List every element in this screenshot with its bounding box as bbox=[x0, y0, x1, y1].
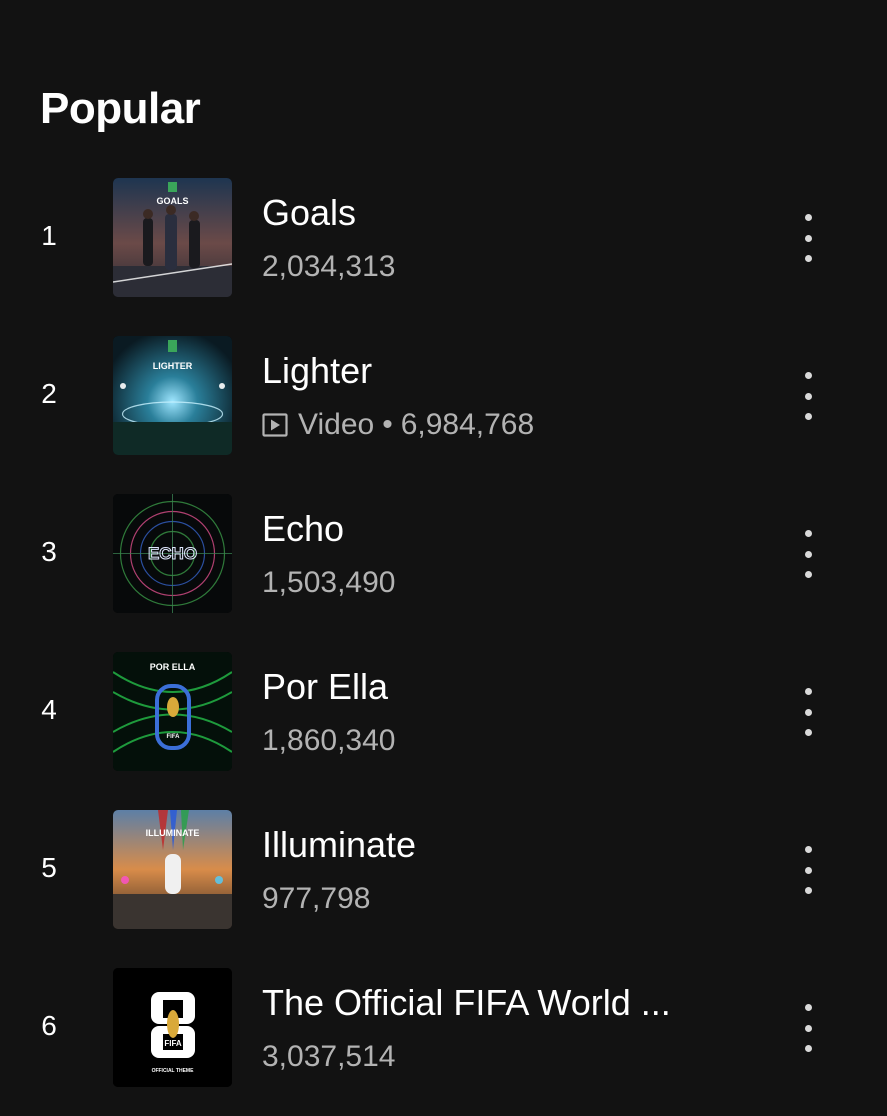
track-title[interactable]: Illuminate bbox=[262, 824, 416, 866]
svg-text:LIGHTER: LIGHTER bbox=[153, 361, 193, 371]
track-row[interactable]: 6 FIFA OFFICIAL THEME The Official FIFA … bbox=[0, 968, 887, 1088]
fifa-theme-cover-art: FIFA OFFICIAL THEME bbox=[113, 968, 232, 1087]
svg-text:FIFA: FIFA bbox=[167, 734, 181, 740]
track-title[interactable]: Echo bbox=[262, 508, 344, 550]
play-count: 1,860,340 bbox=[262, 724, 396, 757]
more-vertical-icon bbox=[804, 688, 812, 695]
lighter-cover-art: LIGHTER bbox=[113, 336, 232, 455]
separator: • bbox=[382, 408, 393, 441]
video-play-icon bbox=[262, 413, 288, 437]
more-vertical-icon bbox=[804, 530, 812, 537]
play-count: 2,034,313 bbox=[262, 250, 396, 283]
por-ella-cover-art: POR ELLA FIFA bbox=[113, 652, 232, 771]
more-options-button[interactable] bbox=[792, 524, 824, 584]
track-row[interactable]: 3 ECHO Echo 1,503,490 bbox=[0, 494, 887, 614]
more-options-button[interactable] bbox=[792, 366, 824, 426]
track-play-count: Video • 6,984,768 bbox=[262, 408, 534, 442]
play-count: 6,984,768 bbox=[400, 408, 535, 441]
track-rank: 5 bbox=[41, 852, 57, 883]
more-options-button[interactable] bbox=[792, 208, 824, 268]
more-vertical-icon bbox=[804, 372, 812, 379]
svg-text:GOALS: GOALS bbox=[156, 196, 188, 206]
play-count: 3,037,514 bbox=[262, 1040, 396, 1073]
track-title[interactable]: Por Ella bbox=[262, 666, 388, 708]
track-row[interactable]: 1 GOALS Goals 2,034,313 bbox=[0, 178, 887, 298]
track-rank: 6 bbox=[41, 1010, 57, 1041]
track-row[interactable]: 4 POR ELLA FIFA Por Ella 1,860,340 bbox=[0, 652, 887, 772]
track-rank: 4 bbox=[41, 694, 57, 725]
track-play-count: 977,798 bbox=[262, 882, 370, 916]
video-label: Video bbox=[298, 408, 375, 441]
illuminate-cover-art: ILLUMINATE bbox=[113, 810, 232, 929]
track-rank: 2 bbox=[41, 378, 57, 409]
track-rank: 1 bbox=[41, 220, 57, 251]
more-options-button[interactable] bbox=[792, 998, 824, 1058]
more-vertical-icon bbox=[804, 846, 812, 853]
more-options-button[interactable] bbox=[792, 682, 824, 742]
track-play-count: 3,037,514 bbox=[262, 1040, 395, 1074]
track-title[interactable]: Lighter bbox=[262, 350, 372, 392]
svg-text:OFFICIAL THEME: OFFICIAL THEME bbox=[152, 1068, 195, 1074]
track-play-count: 1,860,340 bbox=[262, 724, 395, 758]
svg-text:POR ELLA: POR ELLA bbox=[150, 662, 196, 672]
svg-text:FIFA: FIFA bbox=[164, 1039, 182, 1048]
track-row[interactable]: 5 ILLUMINATE Illuminate 977,798 bbox=[0, 810, 887, 930]
section-title: Popular bbox=[40, 84, 201, 133]
track-title[interactable]: The Official FIFA World ... bbox=[262, 982, 671, 1024]
svg-text:ILLUMINATE: ILLUMINATE bbox=[146, 828, 200, 838]
play-count: 1,503,490 bbox=[262, 566, 396, 599]
track-play-count: 1,503,490 bbox=[262, 566, 395, 600]
more-vertical-icon bbox=[804, 214, 812, 221]
track-title[interactable]: Goals bbox=[262, 192, 356, 234]
track-rank: 3 bbox=[41, 536, 57, 567]
more-options-button[interactable] bbox=[792, 840, 824, 900]
goals-cover-art: GOALS bbox=[113, 178, 232, 297]
play-count: 977,798 bbox=[262, 882, 371, 915]
track-row[interactable]: 2 LIGHTER Lighter Video • 6,984,768 bbox=[0, 336, 887, 456]
more-vertical-icon bbox=[804, 1004, 812, 1011]
svg-text:ECHO: ECHO bbox=[148, 544, 197, 563]
track-play-count: 2,034,313 bbox=[262, 250, 395, 284]
echo-cover-art: ECHO bbox=[113, 494, 232, 613]
